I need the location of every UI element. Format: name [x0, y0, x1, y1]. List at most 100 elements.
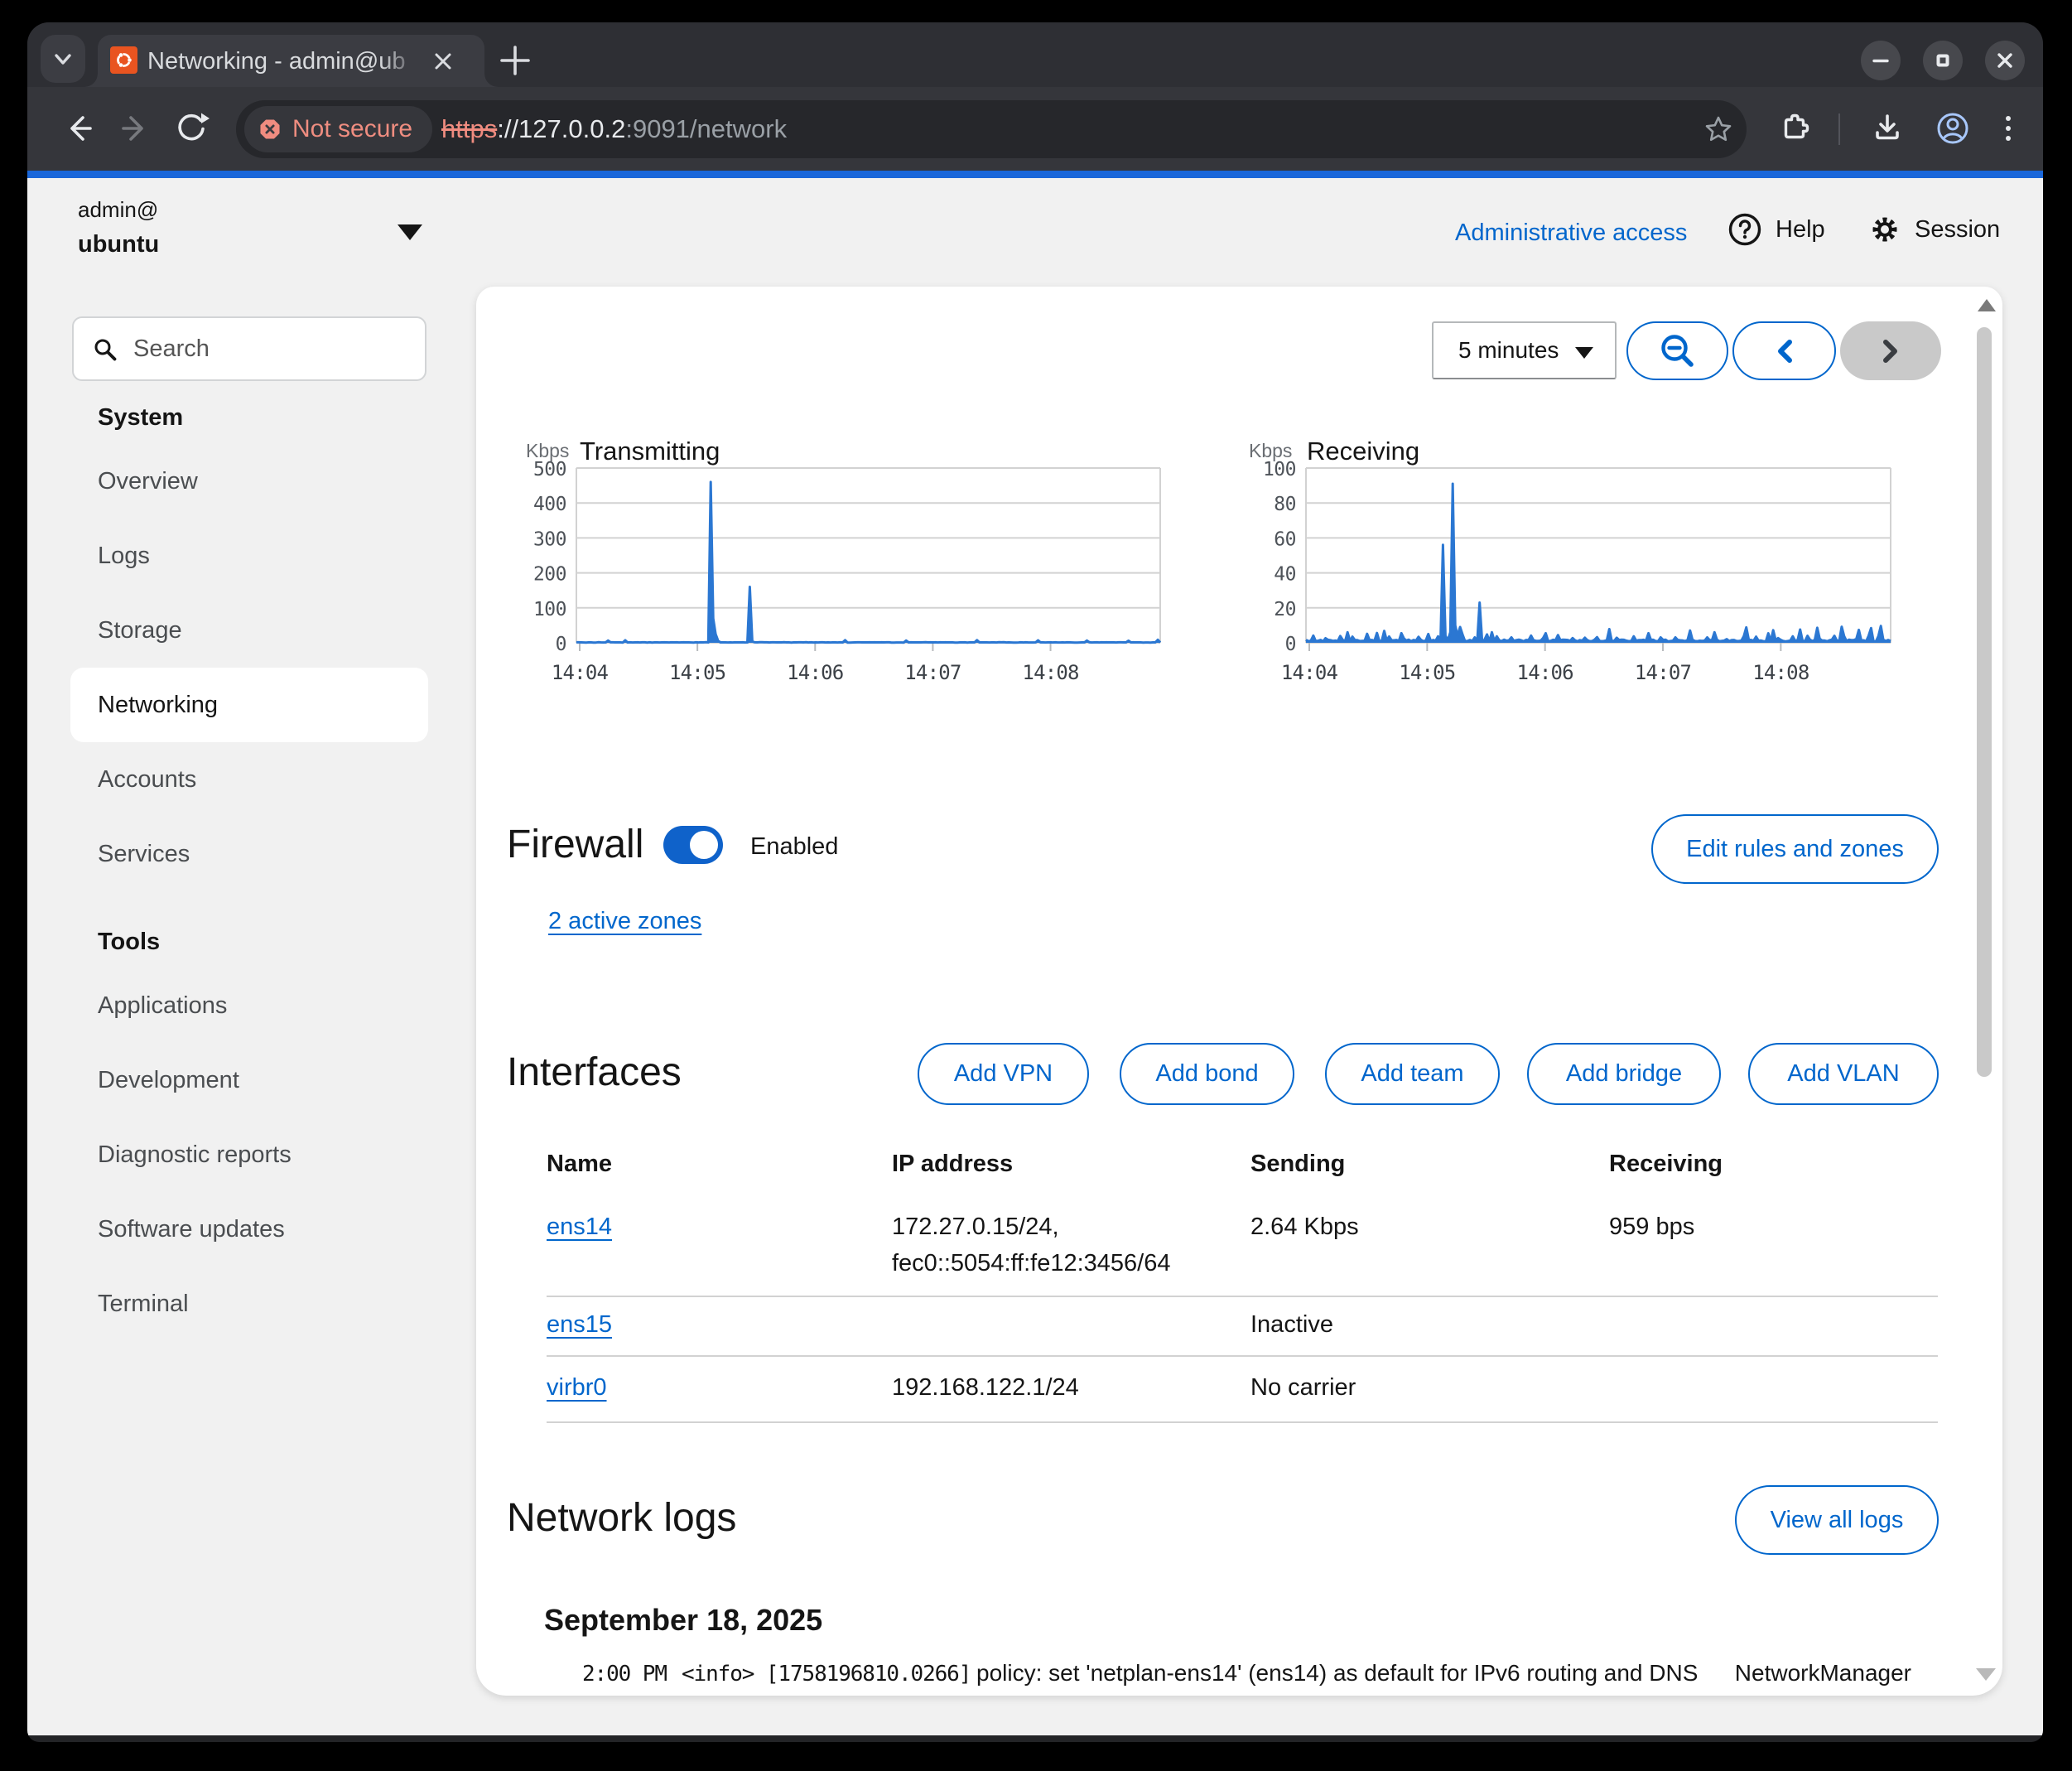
row-separator	[547, 1355, 1938, 1357]
ip-address-cell: 192.168.122.1/24	[892, 1374, 1079, 1402]
extensions-icon[interactable]	[1773, 107, 1816, 150]
sidebar-item-diagnostic-reports[interactable]: Diagnostic reports	[70, 1117, 428, 1192]
ubuntu-favicon-icon	[110, 46, 137, 74]
sidebar-item-accounts[interactable]: Accounts	[70, 742, 428, 817]
browser-menu-icon[interactable]	[1987, 107, 2030, 150]
ip-address-cell: 172.27.0.15/24,	[892, 1214, 1059, 1241]
log-message: policy: set 'netplan-ens14' (ens14) as d…	[976, 1660, 1698, 1687]
sidebar-item-applications[interactable]: Applications	[70, 968, 428, 1043]
edit-rules-button[interactable]: Edit rules and zones	[1651, 814, 1939, 884]
host-switcher[interactable]: admin@ ubuntu	[78, 196, 159, 259]
add-bond-button[interactable]: Add bond	[1120, 1043, 1294, 1105]
sidebar-item-storage[interactable]: Storage	[70, 593, 428, 668]
sidebar-item-networking[interactable]: Networking	[70, 668, 428, 742]
tab-close-icon[interactable]	[429, 47, 457, 75]
button-label: Add team	[1327, 1045, 1498, 1103]
sidebar-section-title: System	[70, 392, 428, 444]
add-team-button[interactable]: Add team	[1325, 1043, 1500, 1105]
add-vlan-button[interactable]: Add VLAN	[1748, 1043, 1939, 1105]
log-prefix: <info> [1758196810.0266]	[682, 1662, 971, 1687]
host-switcher-caret-icon[interactable]	[398, 224, 422, 240]
svg-text:80: 80	[1274, 494, 1296, 515]
help-menu[interactable]: Help	[1727, 211, 1825, 248]
svg-text:20: 20	[1274, 599, 1296, 620]
bookmark-star-icon[interactable]	[1703, 114, 1733, 144]
url-text: https://127.0.0.2:9091/network	[441, 100, 787, 158]
table-header: Name	[547, 1151, 612, 1178]
interface-link[interactable]: ens14	[547, 1214, 612, 1241]
plus-icon	[488, 33, 542, 88]
receiving-chart: KbpsReceiving02040608010014:0414:0514:06…	[1246, 414, 1909, 696]
svg-text:400: 400	[533, 494, 566, 515]
new-tab-button[interactable]	[488, 33, 542, 88]
log-time: 2:00 PM	[582, 1662, 667, 1687]
interface-link[interactable]: ens15	[547, 1311, 612, 1339]
three-dots-icon	[1987, 107, 2030, 150]
networking-content-card: 5 minutes KbpsTransmitting01002003004005…	[476, 287, 2002, 1696]
svg-text:60: 60	[1274, 528, 1296, 550]
active-zones-link[interactable]: 2 active zones	[548, 908, 701, 935]
sidebar-item-services[interactable]: Services	[70, 817, 428, 891]
address-bar[interactable]: Not secure https://127.0.0.2:9091/networ…	[236, 100, 1747, 158]
forward-button[interactable]	[113, 107, 157, 150]
session-menu[interactable]: Session	[1867, 211, 2000, 248]
svg-text:14:04: 14:04	[552, 661, 609, 684]
row-separator	[547, 1296, 1938, 1297]
window-maximize-button[interactable]	[1923, 41, 1963, 80]
view-all-logs-button[interactable]: View all logs	[1735, 1485, 1939, 1555]
time-range-select[interactable]: 5 minutes	[1432, 321, 1617, 379]
time-range-value: 5 minutes	[1458, 323, 1559, 378]
loading-accent-bar	[27, 171, 2043, 178]
scrollbar-down-arrow-icon[interactable]	[1976, 1668, 1996, 1681]
row-separator	[547, 1421, 1938, 1423]
sidebar-item-terminal[interactable]: Terminal	[70, 1267, 428, 1341]
interface-link[interactable]: virbr0	[547, 1374, 607, 1402]
receiving-cell: 959 bps	[1609, 1214, 1694, 1241]
downloads-icon[interactable]	[1866, 107, 1909, 150]
scrollbar-up-arrow-icon[interactable]	[1978, 299, 1996, 311]
toggle-knob	[690, 831, 718, 859]
log-entry-row[interactable]: 2:00 PM <info> [1758196810.0266] policy:…	[582, 1660, 1911, 1693]
tab-search-button[interactable]	[41, 35, 85, 83]
sidebar-item-overview[interactable]: Overview	[70, 444, 428, 519]
add-bridge-button[interactable]: Add bridge	[1527, 1043, 1721, 1105]
add-vpn-button[interactable]: Add VPN	[918, 1043, 1089, 1105]
firewall-title: Firewall	[507, 822, 643, 867]
sidebar-item-software-updates[interactable]: Software updates	[70, 1192, 428, 1267]
graph-next-button[interactable]	[1840, 321, 1941, 380]
browser-toolbar: Not secure https://127.0.0.2:9091/networ…	[27, 87, 2043, 171]
svg-text:0: 0	[556, 634, 566, 655]
sending-cell: 2.64 Kbps	[1250, 1214, 1359, 1241]
log-service: NetworkManager	[1735, 1660, 1911, 1687]
reload-button[interactable]	[170, 107, 213, 150]
not-secure-badge[interactable]: Not secure	[244, 106, 432, 152]
firewall-toggle[interactable]	[663, 826, 723, 864]
window-minimize-button[interactable]	[1861, 41, 1901, 80]
transmitting-chart: KbpsTransmitting010020030040050014:0414:…	[476, 414, 1188, 696]
svg-text:300: 300	[533, 528, 566, 550]
log-date-heading: September 18, 2025	[544, 1603, 822, 1638]
administrative-access-link[interactable]: Administrative access	[1455, 220, 1687, 247]
download-tray-icon	[1866, 107, 1909, 150]
svg-text:100: 100	[533, 599, 566, 620]
sidebar-item-development[interactable]: Development	[70, 1043, 428, 1117]
help-label: Help	[1776, 216, 1825, 244]
scrollbar-thumb[interactable]	[1977, 327, 1992, 1077]
browser-tab[interactable]: Networking - admin@ub	[98, 35, 484, 87]
circle-of-friends-icon	[110, 46, 137, 74]
window-close-button[interactable]	[1985, 41, 2025, 80]
sidebar-nav: SystemOverviewLogsStorageNetworkingAccou…	[70, 392, 428, 1341]
graph-previous-button[interactable]	[1732, 321, 1836, 380]
minimize-icon	[1871, 51, 1891, 70]
forward-arrow-icon	[113, 107, 157, 150]
sidebar-item-logs[interactable]: Logs	[70, 519, 428, 593]
table-header: Receiving	[1609, 1151, 1723, 1178]
svg-text:0: 0	[1285, 634, 1296, 655]
sidebar-search-input[interactable]: Search	[72, 316, 426, 381]
zoom-out-icon	[1658, 331, 1698, 371]
profile-avatar-icon[interactable]	[1931, 107, 1974, 150]
back-arrow-icon	[57, 107, 100, 150]
zoom-out-button[interactable]	[1626, 321, 1728, 380]
maximize-icon	[1933, 51, 1953, 70]
back-button[interactable]	[57, 107, 100, 150]
